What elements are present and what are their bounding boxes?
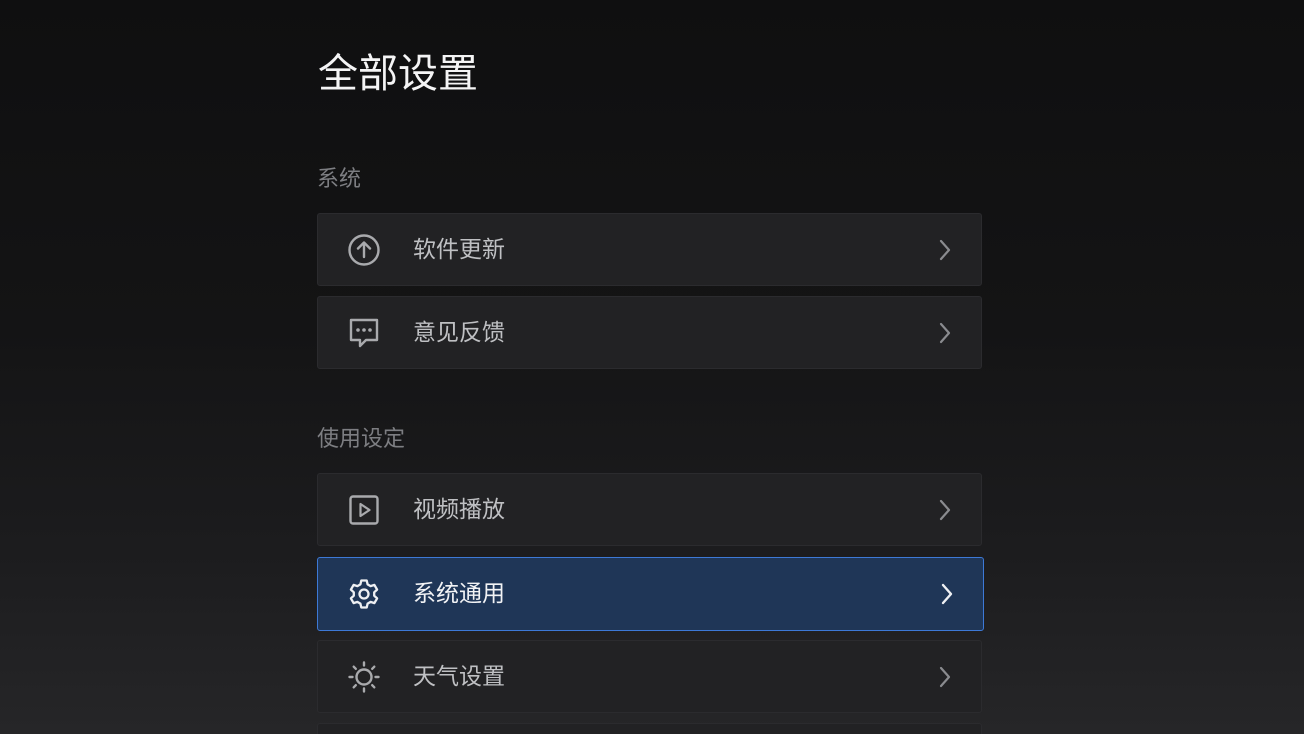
section-label-system: 系统 — [317, 167, 362, 192]
chevron-right-icon — [937, 322, 953, 344]
chevron-right-icon — [937, 239, 953, 261]
settings-item-label: 软件更新 — [413, 236, 505, 263]
settings-item-system-general[interactable]: 系统通用 — [317, 557, 984, 631]
upload-circle-icon — [347, 233, 381, 267]
page-title: 全部设置 — [318, 51, 478, 97]
sun-icon — [347, 660, 381, 694]
settings-item-label: 意见反馈 — [413, 319, 505, 346]
settings-item-partial[interactable] — [317, 723, 982, 734]
chevron-right-icon — [937, 666, 953, 688]
settings-item-label: 天气设置 — [413, 663, 505, 690]
settings-item-label: 系统通用 — [413, 581, 505, 607]
video-play-icon — [347, 493, 381, 527]
settings-item-video-playback[interactable]: 视频播放 — [317, 473, 982, 546]
feedback-message-icon — [347, 316, 381, 350]
gear-icon — [347, 577, 381, 611]
settings-item-label: 视频播放 — [413, 496, 505, 523]
settings-item-feedback[interactable]: 意见反馈 — [317, 296, 982, 369]
chevron-right-icon — [937, 499, 953, 521]
settings-item-weather[interactable]: 天气设置 — [317, 640, 982, 713]
chevron-right-icon — [939, 583, 955, 605]
section-label-usage-settings: 使用设定 — [317, 427, 406, 452]
settings-item-software-update[interactable]: 软件更新 — [317, 213, 982, 286]
